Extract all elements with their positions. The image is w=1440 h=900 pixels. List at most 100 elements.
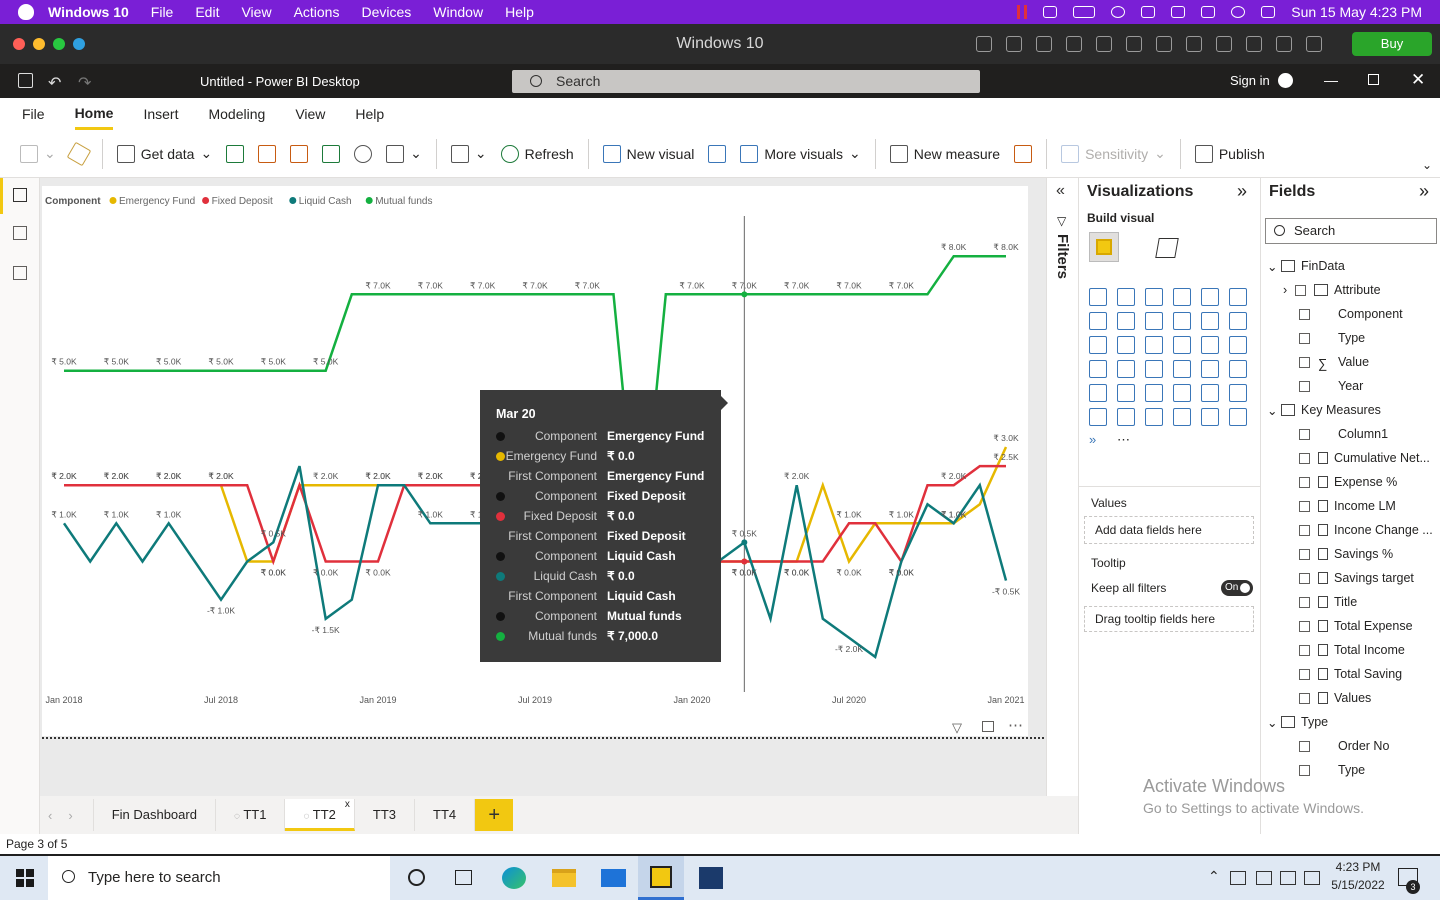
security-icon[interactable] bbox=[1230, 871, 1246, 885]
taskbar-time[interactable]: 4:23 PM bbox=[1330, 860, 1386, 874]
collapse-fields-icon[interactable]: » bbox=[1419, 181, 1429, 202]
visual-type-icon[interactable] bbox=[1089, 336, 1107, 354]
sensitivity-button[interactable]: Sensitivity ⌄ bbox=[1061, 144, 1166, 163]
powerbi-taskbar-icon[interactable] bbox=[638, 856, 684, 900]
new-visual-button[interactable]: New visual bbox=[602, 144, 694, 163]
mac-menu-edit[interactable]: Edit bbox=[195, 4, 219, 20]
account-icon[interactable] bbox=[1278, 73, 1293, 88]
sign-in-link[interactable]: Sign in bbox=[1230, 73, 1270, 88]
visual-type-icon[interactable] bbox=[1089, 288, 1107, 306]
network-tray-icon[interactable] bbox=[1280, 871, 1296, 885]
buy-button[interactable]: Buy bbox=[1352, 32, 1432, 56]
field-item[interactable]: Type bbox=[1267, 326, 1439, 350]
visual-type-icon[interactable] bbox=[1229, 360, 1247, 378]
field-checkbox[interactable] bbox=[1299, 356, 1310, 368]
minimize-icon[interactable]: — bbox=[1324, 72, 1338, 88]
visual-type-icon[interactable]: ⋯ bbox=[1117, 432, 1135, 450]
battery-tray-icon[interactable] bbox=[1256, 871, 1272, 885]
field-item[interactable]: Incone Change ... bbox=[1267, 518, 1439, 542]
mic-icon[interactable] bbox=[1156, 36, 1172, 52]
publish-button[interactable]: Publish bbox=[1194, 144, 1265, 163]
creative-cloud-icon[interactable] bbox=[1043, 6, 1058, 18]
bluetooth-icon[interactable] bbox=[1201, 6, 1216, 18]
report-view-icon[interactable] bbox=[13, 188, 27, 202]
taskbar-date[interactable]: 5/15/2022 bbox=[1326, 878, 1390, 892]
battery-icon[interactable] bbox=[1073, 6, 1096, 18]
spotlight-icon[interactable] bbox=[1231, 6, 1246, 18]
model-view-icon[interactable] bbox=[13, 266, 27, 280]
visual-type-icon[interactable] bbox=[1089, 384, 1107, 402]
globe-icon[interactable] bbox=[1096, 36, 1112, 52]
play-icon[interactable] bbox=[1111, 6, 1126, 18]
undo-icon[interactable]: ↶ bbox=[48, 73, 61, 93]
enter-data-icon[interactable] bbox=[322, 144, 341, 163]
network-off-icon[interactable] bbox=[1066, 36, 1082, 52]
field-item[interactable]: Order No bbox=[1267, 734, 1439, 758]
page-tab-tt3[interactable]: TT3 bbox=[355, 799, 416, 831]
screenshot-icon[interactable] bbox=[1246, 36, 1262, 52]
mac-app-name[interactable]: Windows 10 bbox=[48, 4, 129, 20]
field-checkbox[interactable] bbox=[1299, 764, 1310, 776]
visual-type-icon[interactable] bbox=[1229, 408, 1247, 426]
paste-icon[interactable] bbox=[20, 144, 38, 163]
printer-icon[interactable] bbox=[1186, 36, 1202, 52]
vm-app-icon[interactable] bbox=[699, 867, 723, 889]
field-item[interactable]: Values bbox=[1267, 686, 1439, 710]
field-item[interactable]: Cumulative Net... bbox=[1267, 446, 1439, 470]
field-item[interactable]: Income LM bbox=[1267, 494, 1439, 518]
filter-icon[interactable]: ▽ bbox=[952, 720, 962, 736]
visual-type-icon[interactable] bbox=[1117, 288, 1135, 306]
page-tab-tt4[interactable]: TT4 bbox=[415, 799, 476, 831]
field-checkbox[interactable] bbox=[1299, 500, 1310, 512]
field-checkbox[interactable] bbox=[1299, 428, 1310, 440]
field-checkbox[interactable] bbox=[1299, 668, 1310, 680]
prev-page-icon[interactable]: ‹ bbox=[40, 808, 60, 823]
transform-data-icon[interactable] bbox=[450, 144, 469, 163]
field-checkbox[interactable] bbox=[1299, 380, 1310, 392]
show-hidden-icons[interactable]: ⌃ bbox=[1208, 868, 1220, 885]
volume-icon[interactable] bbox=[1171, 6, 1186, 18]
field-checkbox[interactable] bbox=[1299, 524, 1310, 536]
field-item[interactable]: Total Income bbox=[1267, 638, 1439, 662]
camera-icon[interactable] bbox=[1216, 36, 1232, 52]
field-checkbox[interactable] bbox=[1299, 548, 1310, 560]
field-item[interactable]: Savings target bbox=[1267, 566, 1439, 590]
field-item[interactable]: ∑ Value bbox=[1267, 350, 1439, 374]
mac-clock[interactable]: Sun 15 May 4:23 PM bbox=[1291, 4, 1422, 20]
field-item[interactable]: Type bbox=[1267, 758, 1439, 782]
visual-type-icon[interactable] bbox=[1173, 408, 1191, 426]
format-visual-icon[interactable] bbox=[1155, 238, 1179, 258]
field-checkbox[interactable] bbox=[1299, 572, 1310, 584]
visual-type-icon[interactable] bbox=[1089, 312, 1107, 330]
page-tab-tt2[interactable]: ◌ TT2 x bbox=[285, 799, 355, 831]
tab-insert[interactable]: Insert bbox=[143, 100, 178, 128]
field-item[interactable]: Component bbox=[1267, 302, 1439, 326]
page-tab-tt1[interactable]: ◌ TT1 bbox=[216, 799, 286, 831]
quick-measure-icon[interactable] bbox=[1014, 144, 1033, 163]
expand-filters-icon[interactable]: « bbox=[1056, 182, 1065, 200]
field-item[interactable]: Column1 bbox=[1267, 422, 1439, 446]
collapse-viz-icon[interactable]: » bbox=[1237, 181, 1247, 202]
chevron-down-icon[interactable]: ⌄ bbox=[1267, 259, 1281, 274]
field-checkbox[interactable] bbox=[1299, 620, 1310, 632]
mail-icon[interactable] bbox=[601, 869, 626, 887]
field-checkbox[interactable] bbox=[1299, 476, 1310, 488]
field-item[interactable]: ⌄ Key Measures bbox=[1267, 398, 1439, 422]
mac-menu-window[interactable]: Window bbox=[433, 4, 483, 20]
mac-menu-file[interactable]: File bbox=[151, 4, 174, 20]
chevron-down-icon[interactable]: ⌄ bbox=[1267, 403, 1281, 418]
keep-filters-toggle[interactable]: On bbox=[1221, 580, 1253, 596]
tab-home[interactable]: Home bbox=[74, 99, 114, 130]
title-search-box[interactable]: Search bbox=[512, 70, 980, 93]
new-measure-button[interactable]: New measure bbox=[889, 144, 1000, 163]
visual-type-icon[interactable] bbox=[1201, 288, 1219, 306]
close-tab-icon[interactable]: x bbox=[345, 789, 350, 821]
control-center-icon[interactable] bbox=[1261, 6, 1276, 18]
speaker-icon[interactable] bbox=[1126, 36, 1142, 52]
mac-menu-help[interactable]: Help bbox=[505, 4, 534, 20]
keyboard-icon[interactable] bbox=[976, 36, 992, 52]
visual-type-icon[interactable] bbox=[1173, 288, 1191, 306]
page-tab-fin-dashboard[interactable]: Fin Dashboard bbox=[92, 799, 216, 831]
field-item[interactable]: ⌄ FinData bbox=[1267, 254, 1439, 278]
field-checkbox[interactable] bbox=[1299, 332, 1310, 344]
